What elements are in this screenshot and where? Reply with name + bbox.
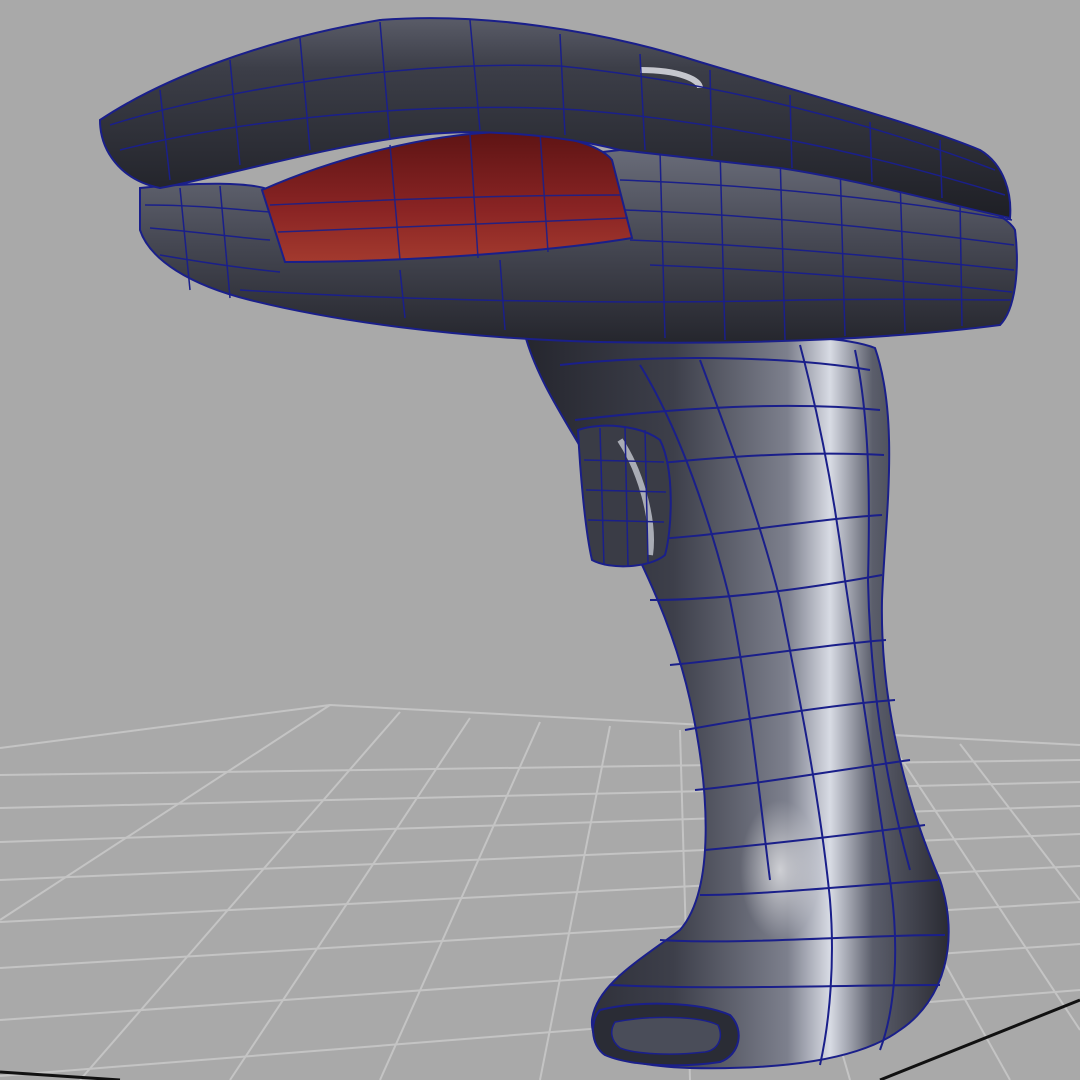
scanner-trigger[interactable] — [576, 424, 672, 568]
viewport-canvas[interactable] — [0, 0, 1080, 1080]
3d-viewport[interactable] — [0, 0, 1080, 1080]
